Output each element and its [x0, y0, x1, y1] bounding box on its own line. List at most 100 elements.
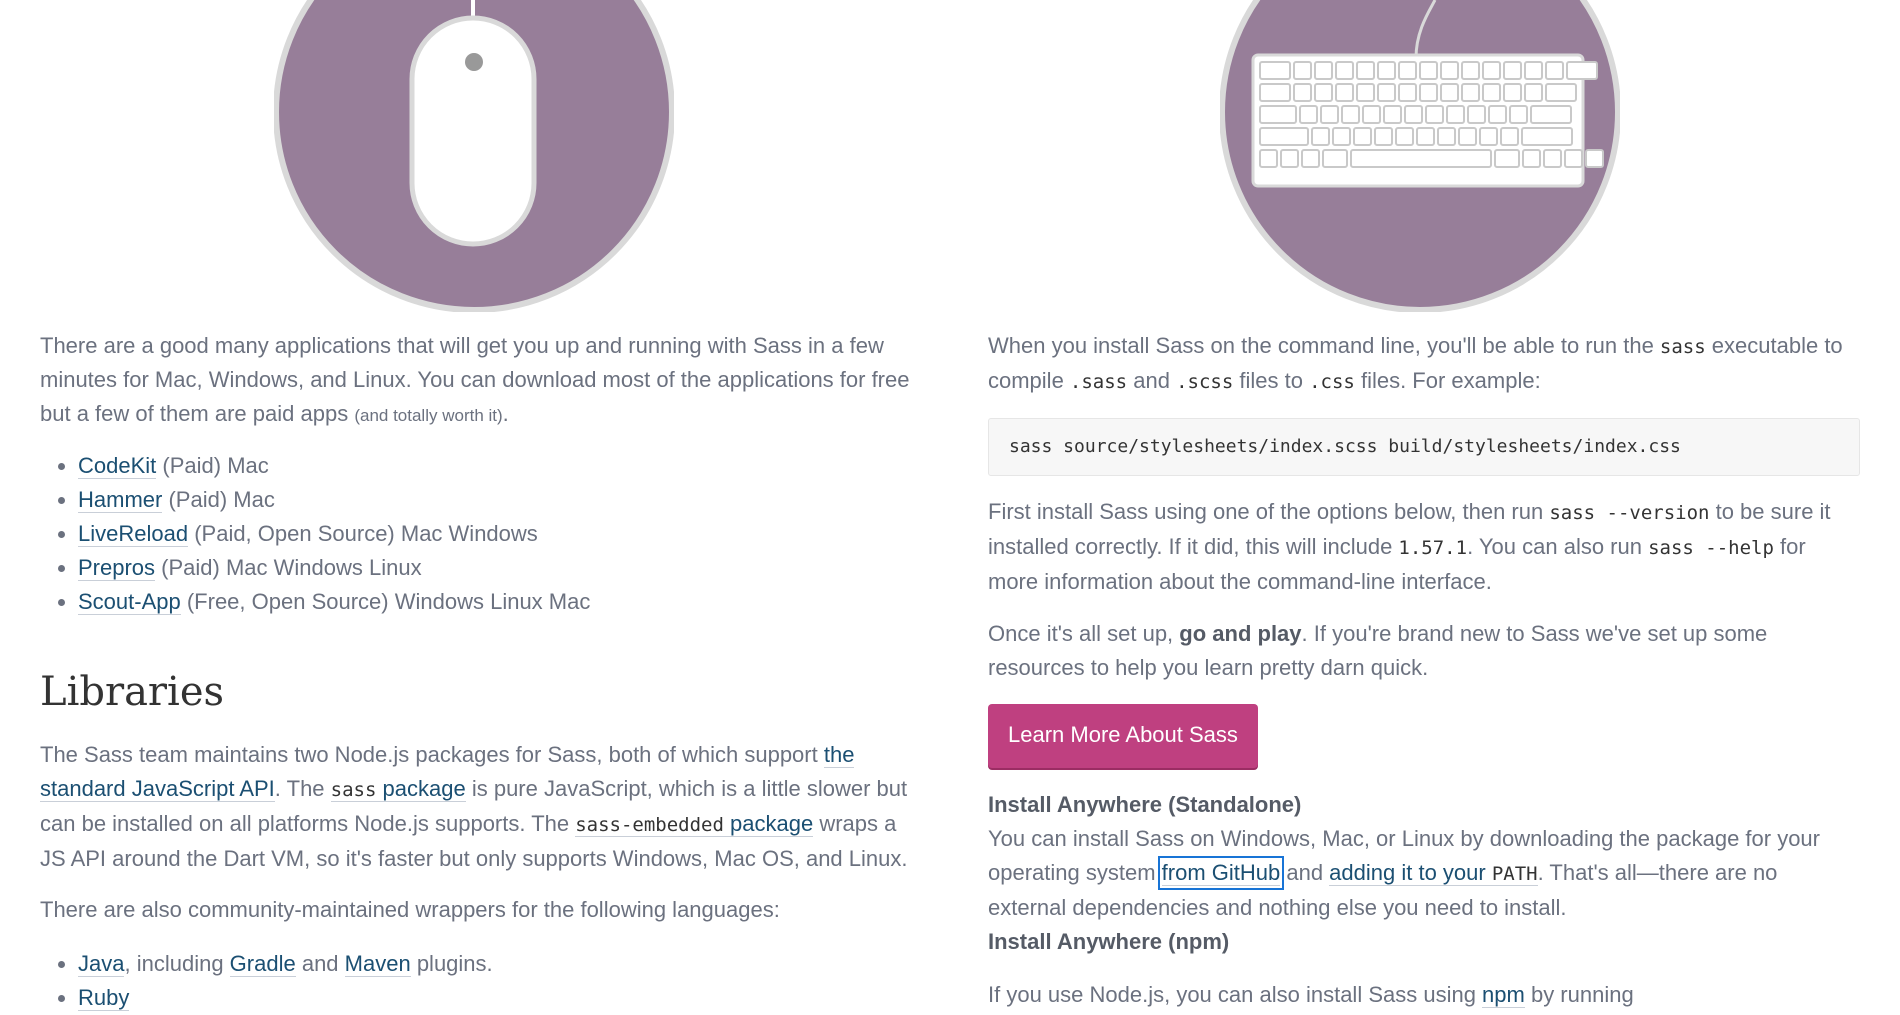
keyboard-key	[1564, 149, 1583, 168]
npm-link[interactable]: npm	[1482, 982, 1525, 1008]
keyboard-key	[1320, 105, 1339, 124]
keyboard-key	[1482, 61, 1501, 80]
keyboard-key	[1566, 61, 1598, 80]
keyboard-key	[1524, 61, 1543, 80]
keyboard-key	[1437, 127, 1456, 146]
adding-to-path-link[interactable]: adding it to your PATH	[1329, 860, 1538, 886]
keyboard-key	[1440, 61, 1459, 80]
keyboard-key	[1398, 61, 1417, 80]
sass-embedded-package-link[interactable]: sass-embedded package	[575, 811, 814, 837]
keyboard-key	[1503, 83, 1522, 102]
keyboard-key	[1322, 149, 1348, 168]
list-item: Scout-App (Free, Open Source) Windows Li…	[78, 585, 908, 619]
list-item: CodeKit (Paid) Mac	[78, 449, 908, 483]
npm-paragraph: If you use Node.js, you can also install…	[988, 982, 1634, 1008]
app-link-livereload[interactable]: LiveReload	[78, 521, 189, 547]
app-link-scout-app[interactable]: Scout-App	[78, 589, 181, 615]
keyboard-key	[1341, 105, 1360, 124]
keyboard-key	[1356, 61, 1375, 80]
keyboard-key	[1521, 127, 1573, 146]
go-and-play-paragraph: Once it's all set up, go and play. If yo…	[988, 621, 1768, 680]
java-link[interactable]: Java	[78, 951, 125, 977]
sass-package-link[interactable]: sass package	[330, 776, 466, 802]
list-item: Ruby	[78, 981, 908, 1015]
keyboard-key	[1467, 105, 1486, 124]
keyboard-key	[1416, 127, 1435, 146]
keyboard-key	[1482, 83, 1501, 102]
keyboard-key	[1530, 105, 1572, 124]
version-paragraph: First install Sass using one of the opti…	[988, 499, 1831, 594]
keyboard-key	[1374, 127, 1393, 146]
app-link-hammer[interactable]: Hammer	[78, 487, 163, 513]
keyboard-key	[1524, 83, 1543, 102]
keyboard-key	[1395, 127, 1414, 146]
standalone-section: Install Anywhere (Standalone) You can in…	[988, 792, 1820, 954]
list-item: LiveReload (Paid, Open Source) Mac Windo…	[78, 517, 908, 551]
keyboard-key	[1500, 127, 1519, 146]
keyboard-key	[1259, 105, 1297, 124]
keyboard-key	[1458, 127, 1477, 146]
wrappers-list: Java, including Gradle and Maven plugins…	[40, 947, 908, 1015]
keyboard-key	[1377, 61, 1396, 80]
app-link-prepros[interactable]: Prepros	[78, 555, 156, 581]
keyboard-key	[1398, 83, 1417, 102]
maven-link[interactable]: Maven	[344, 951, 411, 977]
keyboard-key	[1259, 127, 1309, 146]
keyboard-key	[1362, 105, 1381, 124]
keyboard-key	[1377, 83, 1396, 102]
keyboard-key	[1404, 105, 1423, 124]
keyboard-key	[1259, 61, 1291, 80]
keyboard-key	[1293, 83, 1312, 102]
keyboard-key	[1545, 61, 1564, 80]
list-item: Hammer (Paid) Mac	[78, 483, 908, 517]
keyboard-key	[1488, 105, 1507, 124]
keyboard-key	[1446, 105, 1465, 124]
keyboard-key	[1503, 61, 1522, 80]
keyboard-key	[1522, 149, 1541, 168]
keyboard-key	[1259, 149, 1278, 168]
keyboard-key	[1440, 83, 1459, 102]
learn-more-button[interactable]: Learn More About Sass	[988, 704, 1258, 768]
keyboard-key	[1543, 149, 1562, 168]
wrappers-intro: There are also community-maintained wrap…	[40, 897, 780, 922]
keyboard-key	[1461, 61, 1480, 80]
standalone-heading: Install Anywhere (Standalone)	[988, 792, 1302, 817]
keyboard-key	[1479, 127, 1498, 146]
keyboard-key	[1461, 83, 1480, 102]
keyboard-key	[1259, 83, 1291, 102]
keyboard-key	[1509, 105, 1528, 124]
libraries-paragraph: The Sass team maintains two Node.js pack…	[40, 742, 908, 871]
keyboard-key	[1311, 127, 1330, 146]
keyboard-key	[1293, 61, 1312, 80]
keyboard-key	[1350, 149, 1492, 168]
keyboard-key	[1383, 105, 1402, 124]
keyboard-key	[1356, 83, 1375, 102]
list-item: Prepros (Paid) Mac Windows Linux	[78, 551, 908, 585]
keyboard-key	[1314, 83, 1333, 102]
apps-intro: There are a good many applications that …	[40, 333, 910, 426]
command-code-block[interactable]: sass source/stylesheets/index.scss build…	[988, 418, 1860, 476]
keyboard-key	[1425, 105, 1444, 124]
keyboard-illustration	[1220, 0, 1620, 312]
keyboard-key	[1335, 83, 1354, 102]
ruby-link[interactable]: Ruby	[78, 985, 130, 1011]
keyboard-key	[1299, 105, 1318, 124]
keyboard-key	[1353, 127, 1372, 146]
keyboard-key	[1494, 149, 1520, 168]
keyboard-key	[1419, 83, 1438, 102]
keyboard-key	[1545, 83, 1577, 102]
keyboard-key	[1332, 127, 1351, 146]
keyboard-key	[1301, 149, 1320, 168]
libraries-heading: Libraries	[40, 669, 225, 715]
command-line-intro: When you install Sass on the command lin…	[988, 333, 1843, 393]
keyboard-key	[1585, 149, 1604, 168]
app-link-codekit[interactable]: CodeKit	[78, 453, 157, 479]
apps-list: CodeKit (Paid) Mac Hammer (Paid) Mac Liv…	[40, 449, 908, 619]
keyboard-key	[1335, 61, 1354, 80]
npm-heading: Install Anywhere (npm)	[988, 929, 1230, 954]
from-github-link[interactable]: from GitHub	[1157, 856, 1285, 890]
keyboard-key	[1314, 61, 1333, 80]
gradle-link[interactable]: Gradle	[229, 951, 296, 977]
mouse-illustration	[274, 0, 674, 312]
list-item: Java, including Gradle and Maven plugins…	[78, 947, 908, 981]
